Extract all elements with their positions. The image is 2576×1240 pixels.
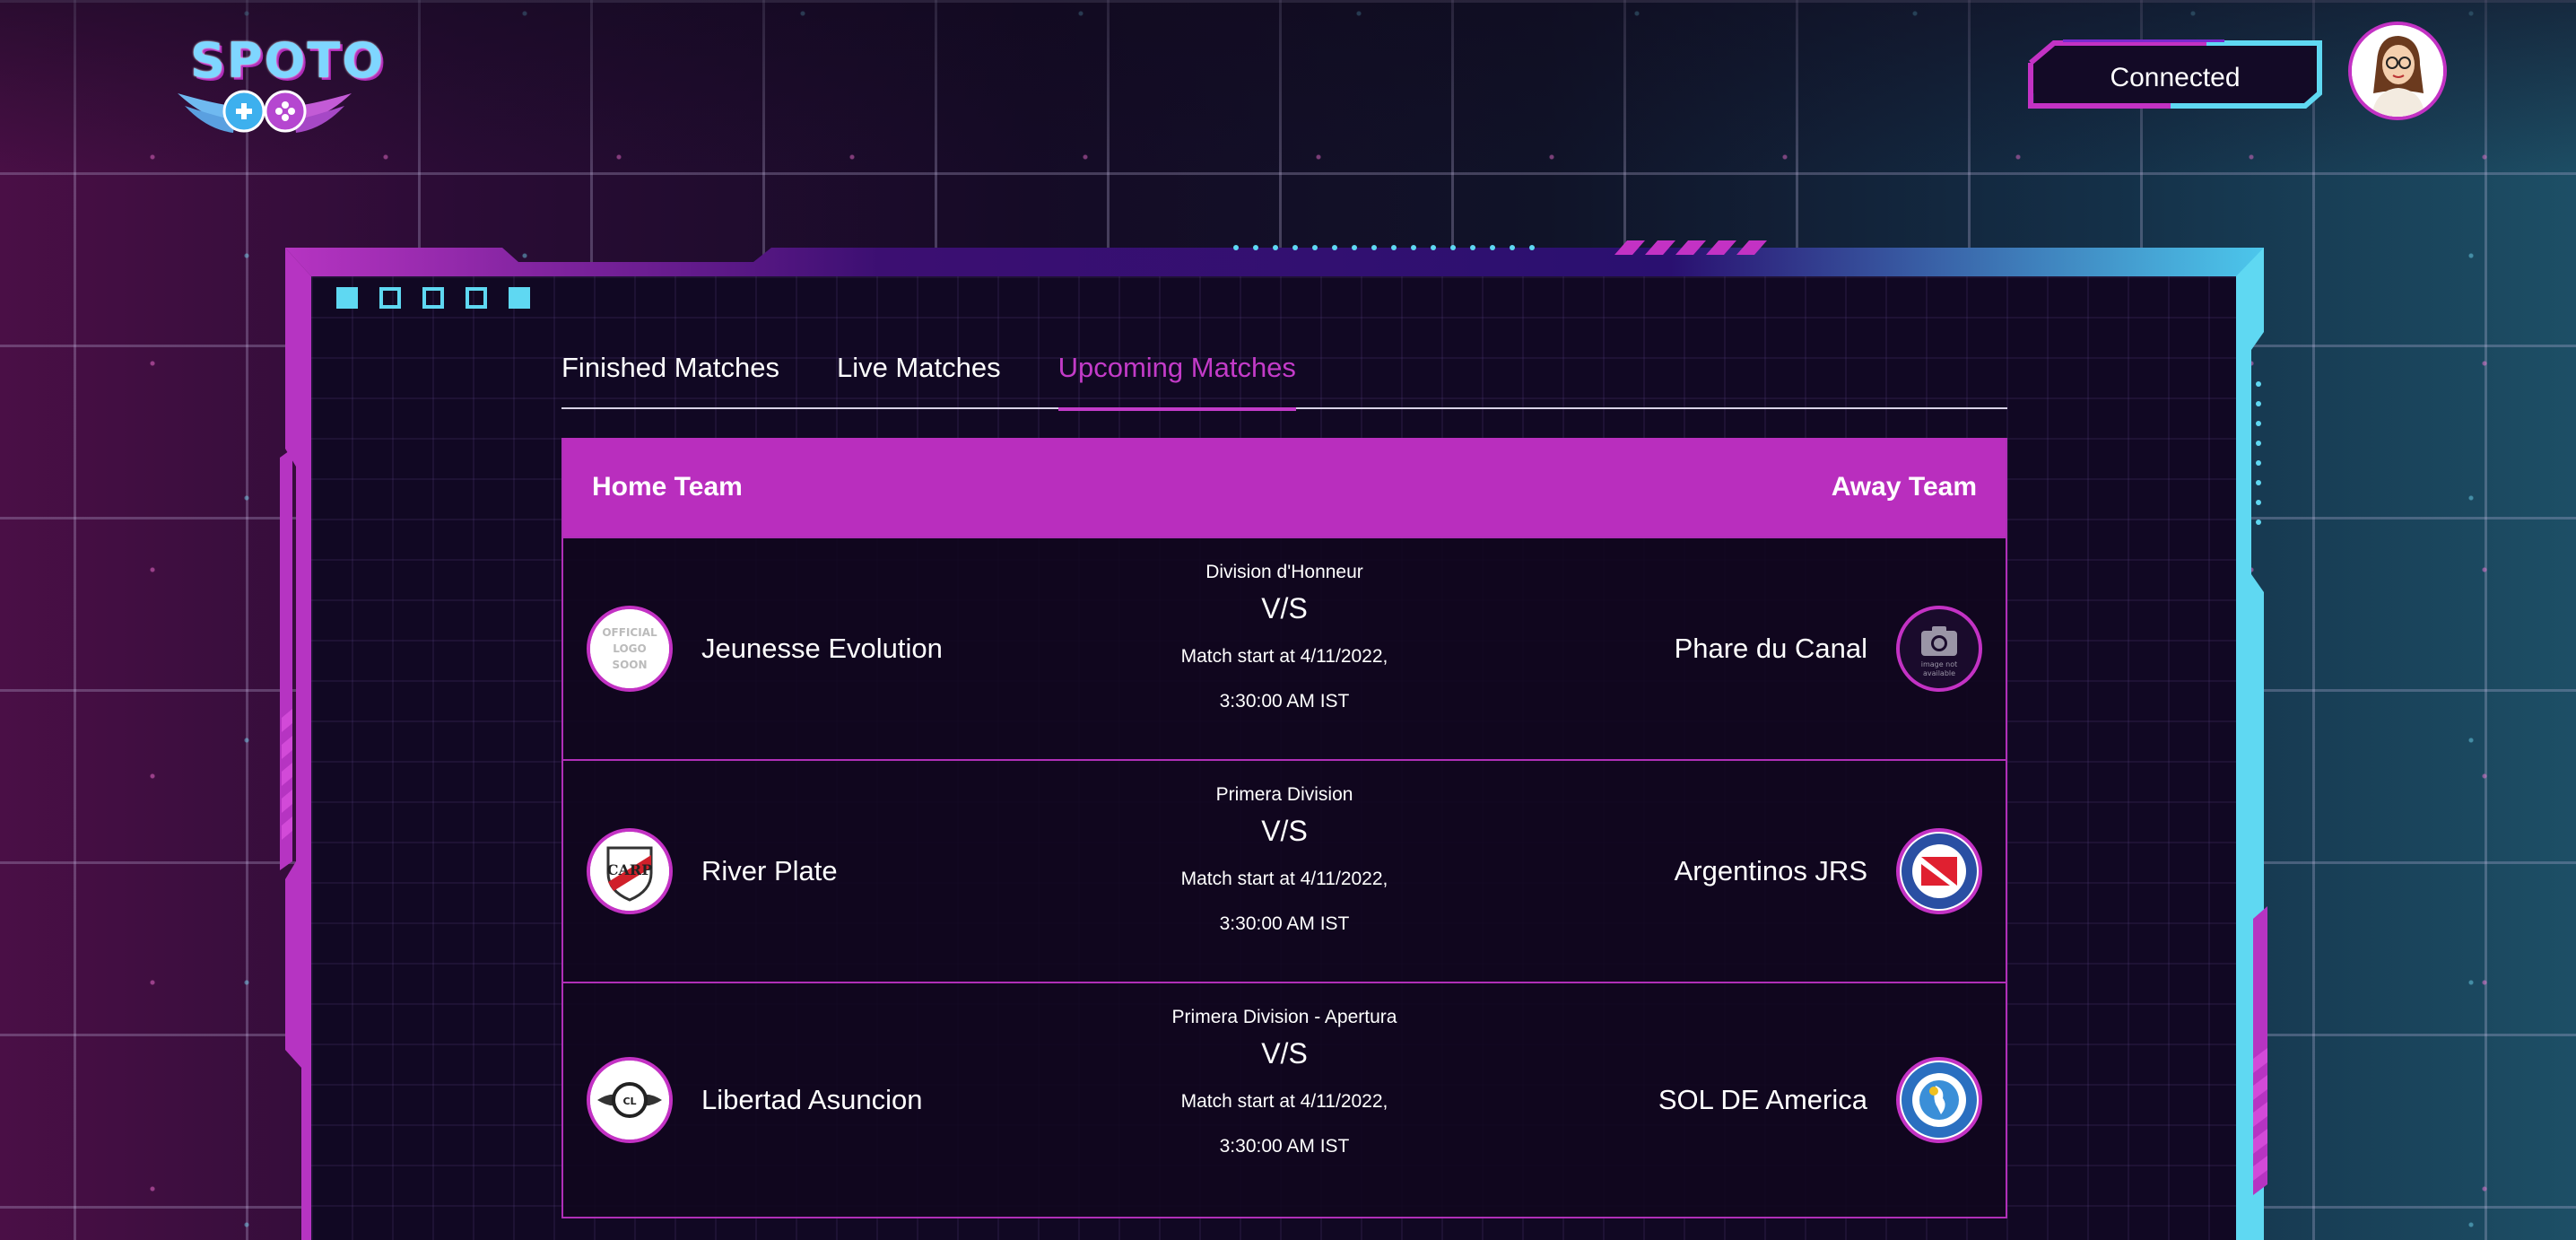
home-team-header: Home Team: [592, 472, 743, 502]
matches-table: Home Team Away Team OFFICIAL LOGO SOON J…: [561, 438, 2007, 1218]
league-name: Primera Division: [1215, 784, 1353, 805]
match-start-time: 3:30:00 AM IST: [1219, 1136, 1350, 1157]
vs-label: V/S: [1261, 592, 1308, 624]
vs-label: V/S: [1261, 815, 1308, 847]
indicator-square: [466, 287, 487, 309]
home-team: CL Libertad Asuncion: [587, 1057, 922, 1143]
river-plate-crest-icon: CARP: [590, 832, 669, 911]
away-team-logo: [1896, 1057, 1982, 1143]
sol-de-america-crest-icon: [1902, 1062, 1977, 1138]
match-start-time: 3:30:00 AM IST: [1219, 913, 1350, 934]
home-team-logo: CARP: [587, 828, 673, 914]
away-team-name: SOL DE America: [1658, 1084, 1867, 1115]
match-start-time: 3:30:00 AM IST: [1219, 691, 1350, 712]
tab-live-matches[interactable]: Live Matches: [837, 341, 1001, 409]
away-team-logo: [1896, 828, 1982, 914]
official-logo-soon-icon: OFFICIAL LOGO SOON: [590, 609, 669, 688]
home-team-logo: OFFICIAL LOGO SOON: [587, 606, 673, 692]
match-info: Primera Division - Apertura V/S Match st…: [1150, 1003, 1419, 1169]
indicator-square: [509, 287, 530, 309]
home-team-name: River Plate: [701, 855, 838, 886]
league-name: Division d'Honneur: [1205, 562, 1363, 582]
match-info: Division d'Honneur V/S Match start at 4/…: [1150, 558, 1419, 724]
home-team: CARP River Plate: [587, 828, 838, 914]
table-row[interactable]: OFFICIAL LOGO SOON Jeunesse Evolution Di…: [563, 537, 2006, 759]
svg-text:CARP: CARP: [607, 861, 652, 878]
table-row[interactable]: CL Libertad Asuncion Primera Division - …: [563, 982, 2006, 1217]
league-name: Primera Division - Apertura: [1171, 1007, 1397, 1027]
table-header: Home Team Away Team: [563, 438, 2006, 537]
indicator-square: [379, 287, 401, 309]
away-team-name: Phare du Canal: [1674, 633, 1867, 664]
svg-text:SOON: SOON: [612, 659, 647, 671]
match-start-date: Match start at 4/11/2022,: [1180, 869, 1388, 889]
away-team: image not available Phare du Canal: [1675, 606, 1982, 692]
match-info: Primera Division V/S Match start at 4/11…: [1150, 781, 1419, 947]
indicator-square: [336, 287, 358, 309]
home-team: OFFICIAL LOGO SOON Jeunesse Evolution: [587, 606, 943, 692]
away-team-name: Argentinos JRS: [1674, 855, 1867, 886]
vs-label: V/S: [1261, 1037, 1308, 1070]
away-team: Argentinos JRS: [1675, 828, 1982, 914]
svg-text:LOGO: LOGO: [613, 642, 646, 655]
svg-text:available: available: [1923, 669, 1955, 677]
indicator-square: [422, 287, 444, 309]
svg-text:OFFICIAL: OFFICIAL: [602, 626, 657, 639]
match-start-date: Match start at 4/11/2022,: [1180, 1091, 1388, 1112]
tab-finished-matches[interactable]: Finished Matches: [561, 341, 779, 409]
tab-upcoming-matches[interactable]: Upcoming Matches: [1057, 341, 1297, 411]
table-row[interactable]: CARP River Plate Primera Division V/S Ma…: [563, 759, 2006, 982]
away-team-header: Away Team: [1831, 472, 1977, 502]
panel-indicator-squares: [336, 287, 530, 309]
away-team-logo: image not available: [1896, 606, 1982, 692]
home-team-name: Jeunesse Evolution: [701, 633, 943, 664]
libertad-crest-icon: CL: [590, 1061, 669, 1140]
svg-text:image not: image not: [1921, 660, 1958, 668]
away-team: SOL DE America: [1658, 1057, 1982, 1143]
argentinos-jrs-crest-icon: [1902, 834, 1977, 909]
camera-placeholder-icon: image not available: [1921, 626, 1958, 677]
home-team-name: Libertad Asuncion: [701, 1084, 923, 1115]
match-start-date: Match start at 4/11/2022,: [1180, 646, 1388, 667]
match-tabs: Finished Matches Live Matches Upcoming M…: [561, 341, 2007, 411]
home-team-logo: CL: [587, 1057, 673, 1143]
svg-text:CL: CL: [622, 1096, 636, 1107]
